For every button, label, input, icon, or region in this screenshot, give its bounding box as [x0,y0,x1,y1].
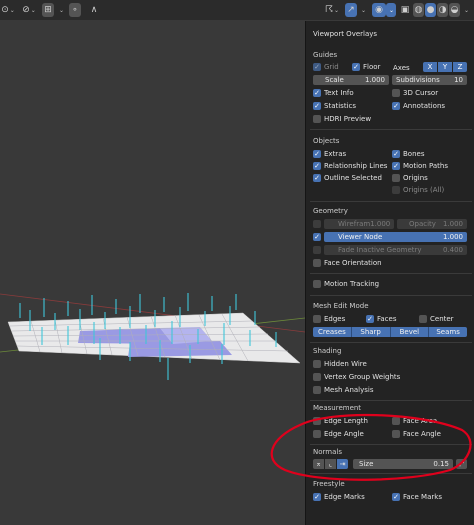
subdivisions-field[interactable]: Subdivisions 10 [392,75,467,85]
floor-checkbox[interactable]: ✓ Floor [352,63,380,71]
annotations-checkbox[interactable]: ✓ Annotations [392,102,445,110]
snap-grid-icon[interactable]: ⊞ [42,3,54,17]
face-normals-icon[interactable]: ⇥ [337,459,348,469]
outline-selected-checkbox[interactable]: ✓ Outline Selected [313,174,382,182]
text-info-checkbox[interactable]: ✓ Text Info [313,89,354,97]
chevron-down-icon: ⌄ [58,6,65,14]
constant-screen-size-icon[interactable]: ⤢ [456,459,467,469]
chevron-down-icon: ⌄ [463,6,470,14]
solid-shading-icon[interactable]: ● [425,3,436,17]
wireframe-shading-icon[interactable]: ◍ [413,3,424,17]
origins-checkbox[interactable]: Origins [392,174,428,182]
statistics-checkbox[interactable]: ✓ Statistics [313,102,356,110]
wireframe-checkbox[interactable] [313,220,324,228]
origins-all-checkbox[interactable]: Origins (All) [392,186,444,194]
chevron-down-icon: ⌄ [30,6,36,14]
freestyle-heading: Freestyle [313,480,345,488]
guides-heading: Guides [313,51,338,59]
mesh-edit-mode-heading: Mesh Edit Mode [313,302,369,310]
sharp-toggle[interactable]: Sharp [351,327,391,337]
vertex-group-weights-checkbox[interactable]: Vertex Group Weights [313,373,400,381]
transform-pivot-icon[interactable]: ⊙ ⌄ [0,3,16,17]
motion-paths-checkbox[interactable]: ✓ Motion Paths [392,162,448,170]
chevron-down-icon: ⌄ [334,6,340,14]
shading-chevron[interactable]: ⌄ [461,3,471,17]
objects-heading: Objects [313,137,340,145]
bevel-toggle[interactable]: Bevel [390,327,430,337]
viewer-node-checkbox[interactable]: ✓ [313,233,324,241]
geometry-heading: Geometry [313,207,348,215]
panel-title: Viewport Overlays [313,30,378,38]
falloff-icon[interactable]: ∧ [86,3,102,17]
divider [310,400,472,401]
edge-length-checkbox[interactable]: Edge Length [313,417,368,425]
seams-toggle[interactable]: Seams [429,327,467,337]
normals-size-field[interactable]: Size 0.15 [353,459,453,469]
face-marks-checkbox[interactable]: ✓ Face Marks [392,493,442,501]
edge-angle-checkbox[interactable]: Edge Angle [313,430,364,438]
gizmo-icon[interactable]: ☈ ⌄ [323,3,341,17]
rendered-shading-icon[interactable]: ◒ [449,3,460,17]
overlays-icon[interactable]: ◉ [372,3,386,17]
xray-toggle-icon[interactable]: ▣ [399,3,411,17]
faces-checkbox[interactable]: ✓ Faces [366,315,396,323]
relationship-lines-checkbox[interactable]: ✓ Relationship Lines [313,162,387,170]
vertex-normals-icon[interactable]: ⌅ [313,459,324,469]
wireframe-opacity-field[interactable]: Opacity 1.000 [397,219,467,229]
divider [310,129,472,130]
viewport-overlays-popover: Viewport Overlays Guides ✓ Grid ✓ Floor Ax… [305,21,474,525]
axes-label: Axes [393,64,410,72]
face-orientation-checkbox[interactable]: Face Orientation [313,259,382,267]
edge-marks-toggle-group: Creases Sharp Bevel Seams [313,327,467,337]
snap-icon[interactable]: ⊘ ⌄ [19,3,39,17]
edges-checkbox[interactable]: Edges [313,315,345,323]
divider [310,444,472,445]
hdri-preview-checkbox[interactable]: HDRI Preview [313,115,371,123]
motion-tracking-checkbox[interactable]: Motion Tracking [313,280,379,288]
proportional-edit-icon[interactable]: ∘ [69,3,81,17]
chevron-down-icon: ⌄ [388,6,395,14]
divider [310,342,472,343]
extras-checkbox[interactable]: ✓ Extras [313,150,346,158]
creases-toggle[interactable]: Creases [313,327,352,337]
axis-x-toggle[interactable]: X [423,62,437,72]
scale-field[interactable]: Scale 1.000 [313,75,389,85]
snap-target-chevron[interactable]: ⌄ [56,3,66,17]
axis-y-toggle[interactable]: Y [438,62,452,72]
center-checkbox[interactable]: Center [419,315,454,323]
viewport-header: ⊙ ⌄ ⊘ ⌄ ⊞ ⌄ ∘ ∧ ☈ ⌄ ↗ ⌄ ◉ ⌄ ▣ ◍ ● ◑ ◒ ⌄ [0,0,474,20]
normals-heading: Normals [313,448,342,456]
overlays-chevron[interactable]: ⌄ [386,3,396,17]
3d-cursor-checkbox[interactable]: 3D Cursor [392,89,438,97]
wireframe-threshold-field[interactable]: Wirefram 1.000 [324,219,394,229]
edge-marks-checkbox[interactable]: ✓ Edge Marks [313,493,365,501]
face-angle-checkbox[interactable]: Face Angle [392,430,441,438]
divider [310,201,472,202]
hidden-wire-checkbox[interactable]: Hidden Wire [313,360,367,368]
xray-arrow-icon[interactable]: ↗ [345,3,357,17]
mesh-analysis-checkbox[interactable]: Mesh Analysis [313,386,374,394]
divider [310,473,472,474]
divider [310,273,472,274]
fade-inactive-checkbox[interactable] [313,246,324,254]
viewer-node-opacity-field[interactable]: Viewer Node 1.000 [324,232,467,242]
gizmo-chevron[interactable]: ⌄ [358,3,368,17]
chevron-down-icon: ⌄ [360,6,367,14]
material-shading-icon[interactable]: ◑ [437,3,448,17]
split-normals-icon[interactable]: ⌞ [325,459,336,469]
measurement-heading: Measurement [313,404,362,412]
chevron-down-icon: ⌄ [9,6,15,14]
fade-inactive-geometry-field[interactable]: Fade Inactive Geometry 0.400 [324,245,467,255]
axis-z-toggle[interactable]: Z [453,62,467,72]
bones-checkbox[interactable]: ✓ Bones [392,150,424,158]
face-area-checkbox[interactable]: Face Area [392,417,437,425]
grid-checkbox[interactable]: ✓ Grid [313,63,339,71]
shading-heading: Shading [313,347,342,355]
divider [310,295,472,296]
